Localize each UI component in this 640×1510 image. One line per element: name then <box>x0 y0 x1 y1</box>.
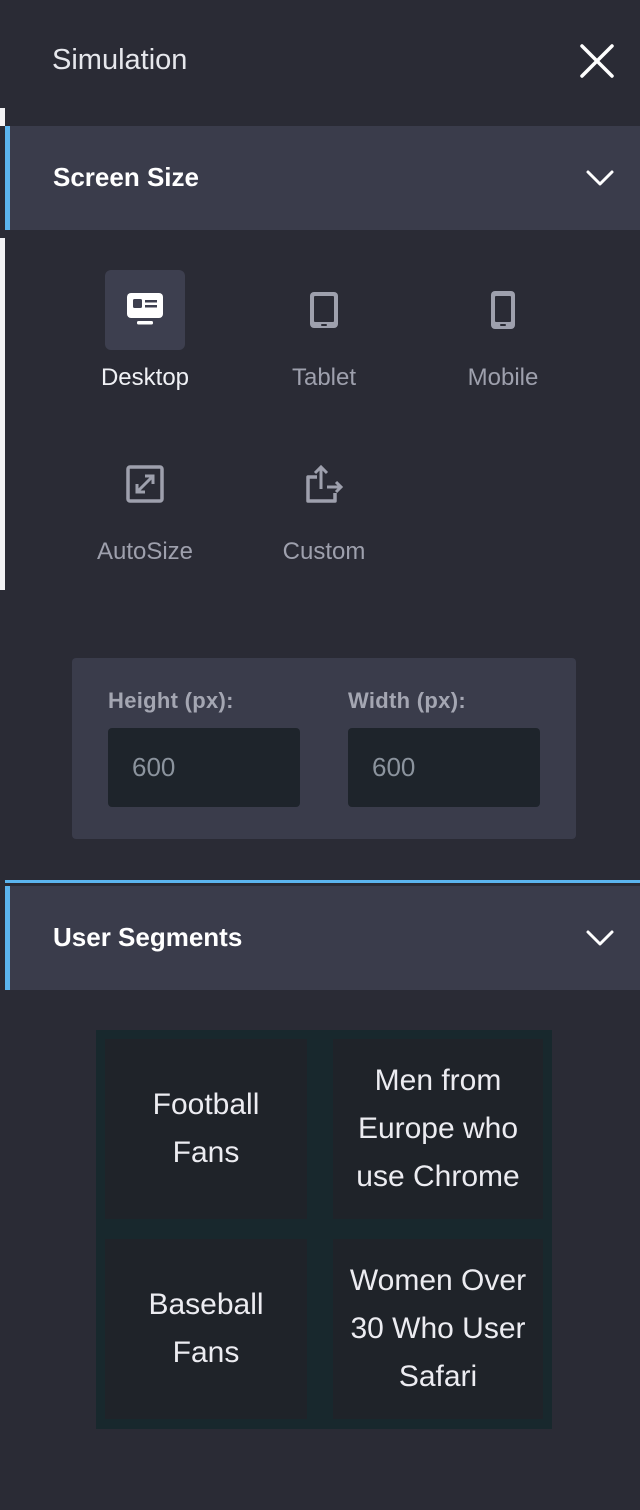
device-autosize[interactable]: AutoSize <box>55 444 235 584</box>
height-label: Height (px): <box>108 688 234 713</box>
autosize-icon <box>105 444 185 524</box>
user-segments-grid: Football Fans Men from Europe who use Ch… <box>96 1030 552 1429</box>
segment-label: Football Fans <box>152 1088 260 1169</box>
close-icon[interactable] <box>578 42 616 80</box>
width-label: Width (px): <box>348 688 466 713</box>
tablet-icon <box>284 270 364 350</box>
screen-size-section-header[interactable]: Screen Size <box>5 126 640 230</box>
device-desktop[interactable]: Desktop <box>55 270 235 410</box>
desktop-icon <box>105 270 185 350</box>
device-label: Tablet <box>291 364 357 391</box>
segment-tile[interactable]: Women Over 30 Who User Safari <box>333 1239 543 1419</box>
segment-label: Women Over 30 Who User Safari <box>349 1264 527 1393</box>
device-tablet[interactable]: Tablet <box>234 270 414 410</box>
device-mobile[interactable]: Mobile <box>413 270 593 410</box>
segment-label: Baseball Fans <box>148 1288 264 1369</box>
segment-tile[interactable]: Football Fans <box>105 1039 307 1219</box>
device-label: Desktop <box>100 364 190 391</box>
device-custom[interactable]: Custom <box>234 444 414 584</box>
device-label: AutoSize <box>96 538 194 565</box>
screen-size-title: Screen Size <box>53 162 199 192</box>
segment-tile[interactable]: Baseball Fans <box>105 1239 307 1419</box>
chevron-down-icon <box>586 930 614 946</box>
section-accent-bar <box>5 126 10 230</box>
width-input[interactable] <box>348 728 540 807</box>
custom-size-box: Height (px): Width (px): <box>72 658 576 839</box>
panel-header: Simulation <box>5 0 640 124</box>
user-segments-section-header[interactable]: User Segments <box>5 886 640 990</box>
segment-label: Men from Europe who use Chrome <box>356 1064 520 1193</box>
chevron-down-icon <box>586 170 614 186</box>
panel-title: Simulation <box>52 44 188 76</box>
device-label: Custom <box>282 538 366 565</box>
user-segments-title: User Segments <box>53 922 243 952</box>
segment-tile[interactable]: Men from Europe who use Chrome <box>333 1039 543 1219</box>
simulation-panel: Simulation Screen Size Desktop Tablet Mo… <box>5 0 640 1510</box>
mobile-icon <box>463 270 543 350</box>
custom-share-icon <box>284 444 364 524</box>
section-accent-bar <box>5 886 10 990</box>
device-label: Mobile <box>467 364 539 391</box>
height-input[interactable] <box>108 728 300 807</box>
section-divider <box>5 880 640 883</box>
